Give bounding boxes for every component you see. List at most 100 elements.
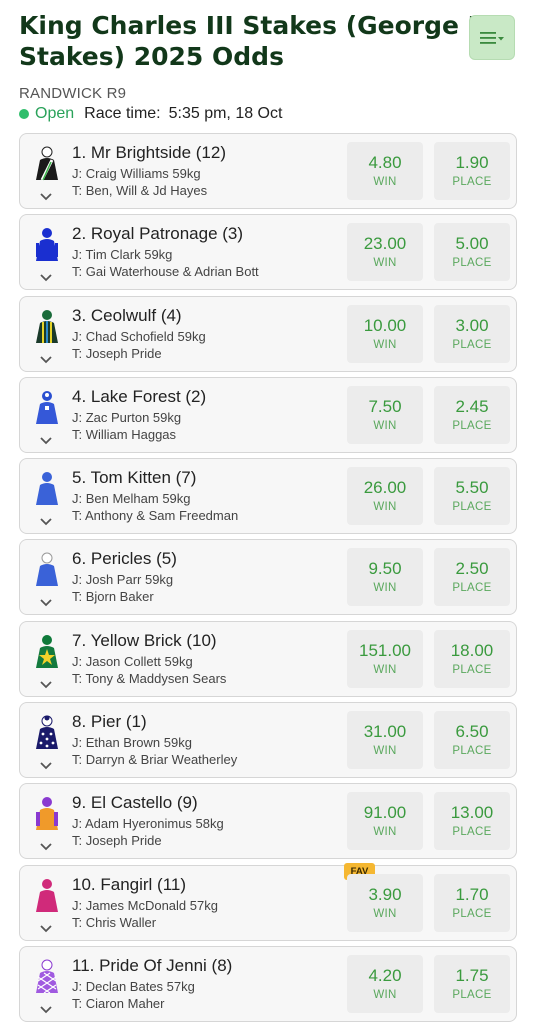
chevron-down-icon[interactable] [39, 517, 53, 527]
venue-race: RANDWICK R9 [19, 85, 127, 102]
place-odds-button[interactable]: 6.50 PLACE [434, 711, 510, 770]
runner-trainer: T: William Haggas [72, 426, 177, 442]
win-label: WIN [373, 826, 397, 839]
chevron-down-icon[interactable] [39, 842, 53, 852]
win-odds-button[interactable]: 4.80 WIN [347, 142, 423, 200]
jockey-silks-icon [36, 228, 58, 262]
page-title: King Charles III Stakes (George Mo Stake… [19, 10, 479, 72]
win-odds-value: 3.90 [368, 884, 402, 904]
win-label: WIN [373, 257, 397, 270]
runner-row[interactable]: 11. Pride Of Jenni (8) J: Declan Bates 5… [19, 945, 517, 1022]
runner-row[interactable]: 8. Pier (1) J: Ethan Brown 59kg T: Darry… [19, 702, 517, 779]
runner-jockey: J: Declan Bates 57kg [72, 978, 195, 994]
chevron-down-icon[interactable] [39, 273, 53, 283]
place-label: PLACE [452, 663, 492, 676]
win-odds-button[interactable]: 7.50 WIN [347, 385, 423, 444]
chevron-down-icon[interactable] [39, 598, 53, 608]
runner-name: 6. Pericles (5) [72, 549, 177, 569]
place-odds-value: 1.90 [455, 153, 489, 172]
status-dot-icon [19, 109, 29, 119]
place-odds-button[interactable]: 2.50 PLACE [434, 548, 510, 607]
place-label: PLACE [452, 338, 492, 351]
runner-jockey: J: Jason Collett 59kg [72, 653, 193, 669]
runner-row[interactable]: 3. Ceolwulf (4) J: Chad Schofield 59kg T… [19, 295, 517, 372]
runner-jockey: J: Ben Melham 59kg [72, 491, 191, 507]
win-odds-button[interactable]: 23.00 WIN [347, 223, 423, 282]
runner-trainer: T: Chris Waller [72, 914, 157, 930]
place-odds-button[interactable]: 5.50 PLACE [434, 467, 510, 526]
hamburger-menu-icon [480, 31, 504, 44]
place-odds-value: 6.50 [455, 722, 489, 742]
win-odds-value: 4.20 [368, 965, 402, 985]
win-odds-button[interactable]: 91.00 WIN [347, 792, 423, 851]
win-odds-value: 9.50 [368, 559, 402, 579]
win-odds-button[interactable]: 26.00 WIN [347, 467, 423, 526]
place-label: PLACE [452, 501, 492, 514]
runner-row[interactable]: 6. Pericles (5) J: Josh Parr 59kg T: Bjo… [19, 539, 517, 616]
win-odds-button[interactable]: 151.00 WIN [347, 629, 423, 688]
runner-name: 4. Lake Forest (2) [72, 386, 207, 406]
place-odds-button[interactable]: 3.00 PLACE [434, 304, 510, 363]
page-title-line-1: King Charles III Stakes (George Mo [19, 11, 479, 40]
runner-name: 2. Royal Patronage (3) [72, 224, 244, 244]
chevron-down-icon[interactable] [39, 436, 53, 446]
jockey-silks-icon [36, 552, 58, 587]
place-label: PLACE [452, 176, 492, 188]
chevron-down-icon[interactable] [39, 680, 53, 690]
place-label: PLACE [452, 419, 492, 432]
chevron-down-icon[interactable] [39, 1005, 53, 1015]
win-label: WIN [373, 338, 397, 351]
win-label: WIN [373, 988, 397, 1001]
runner-trainer: T: Darryn & Briar Weatherley [72, 752, 238, 768]
chevron-down-icon[interactable] [39, 761, 53, 771]
runner-row[interactable]: 9. El Castello (9) J: Adam Hyeronimus 58… [19, 783, 517, 860]
runner-name: 1. Mr Brightside (12) [72, 143, 226, 162]
runner-row[interactable]: 5. Tom Kitten (7) J: Ben Melham 59kg T: … [19, 458, 517, 535]
place-odds-button[interactable]: 1.70 PLACE [434, 873, 510, 932]
race-time-label: Race time: [84, 105, 161, 122]
jockey-silks-icon [36, 390, 58, 424]
runner-jockey: J: Zac Purton 59kg [72, 409, 182, 425]
win-odds-button[interactable]: 31.00 WIN [347, 711, 423, 770]
win-odds-button[interactable]: 4.20 WIN [347, 954, 423, 1013]
win-label: WIN [373, 907, 397, 920]
place-odds-value: 13.00 [450, 803, 494, 823]
jockey-silks-icon [36, 959, 58, 994]
win-label: WIN [373, 419, 397, 432]
place-odds-value: 18.00 [450, 640, 494, 660]
win-odds-value: 23.00 [363, 234, 407, 254]
runner-row[interactable]: 10. Fangirl (11) J: James McDonald 57kg … [19, 862, 517, 941]
win-odds-value: 10.00 [363, 315, 407, 335]
runner-trainer: T: Joseph Pride [72, 833, 162, 849]
race-status-line: Open Race time: 5:35 pm, 18 Oct [19, 104, 282, 124]
chevron-down-icon[interactable] [39, 924, 53, 934]
win-odds-button[interactable]: 9.50 WIN [347, 548, 423, 607]
place-odds-button[interactable]: 5.00 PLACE [434, 223, 510, 282]
win-odds-button[interactable]: 10.00 WIN [347, 304, 423, 363]
win-odds-button[interactable]: 3.90 WIN [347, 873, 423, 932]
runner-list: 1. Mr Brightside (12) J: Craig Williams … [19, 133, 517, 1024]
win-label: WIN [373, 663, 397, 676]
win-odds-value: 31.00 [363, 722, 407, 742]
runner-name: 9. El Castello (9) [72, 793, 198, 813]
runner-row[interactable]: 4. Lake Forest (2) J: Zac Purton 59kg T:… [19, 376, 517, 453]
runner-row[interactable]: 2. Royal Patronage (3) J: Tim Clark 59kg… [19, 214, 517, 291]
chevron-down-icon[interactable] [39, 355, 53, 365]
place-odds-value: 2.45 [455, 396, 489, 416]
place-odds-button[interactable]: 18.00 PLACE [434, 629, 510, 688]
jockey-silks-icon [36, 715, 58, 750]
runner-name: 10. Fangirl (11) [72, 874, 187, 894]
place-odds-button[interactable]: 13.00 PLACE [434, 792, 510, 851]
chevron-down-icon[interactable] [39, 192, 53, 202]
runner-row[interactable]: 7. Yellow Brick (10) J: Jason Collett 59… [19, 620, 517, 697]
runner-row[interactable]: 1. Mr Brightside (12) J: Craig Williams … [19, 133, 517, 209]
place-odds-button[interactable]: 2.45 PLACE [434, 385, 510, 444]
place-odds-button[interactable]: 1.75 PLACE [434, 954, 510, 1013]
menu-button[interactable] [469, 15, 515, 60]
page-title-line-2: Stakes) 2025 Odds [19, 42, 284, 71]
runner-trainer: T: Ben, Will & Jd Hayes [72, 183, 208, 198]
runner-jockey: J: James McDonald 57kg [72, 897, 218, 913]
place-odds-button[interactable]: 1.90 PLACE [434, 142, 510, 200]
status-text: Open [35, 105, 75, 122]
place-label: PLACE [452, 907, 492, 920]
